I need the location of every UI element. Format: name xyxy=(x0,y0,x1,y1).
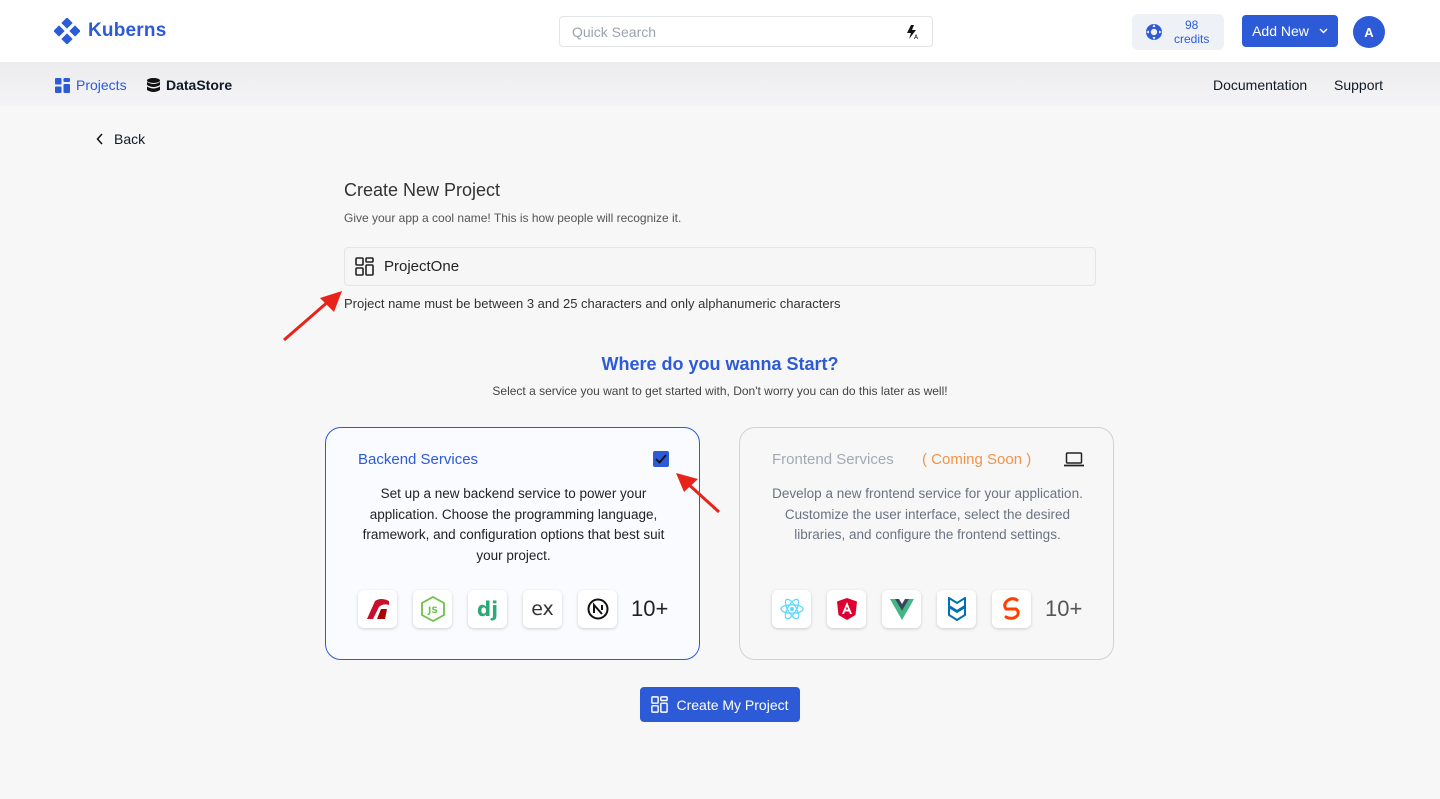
app-name: Kuberns xyxy=(88,20,167,41)
page-title: Create New Project xyxy=(344,180,501,200)
back-button[interactable]: Back xyxy=(96,131,145,147)
credits-text: 98 credits xyxy=(1174,18,1209,46)
express-icon: ex xyxy=(523,590,562,628)
database-icon xyxy=(147,77,160,92)
backend-checkbox[interactable] xyxy=(653,451,669,467)
credits-badge[interactable]: 98 credits xyxy=(1132,14,1224,50)
backend-more-count: 10+ xyxy=(631,596,669,621)
create-project-button[interactable]: Create My Project xyxy=(640,687,800,722)
documentation-link[interactable]: Documentation xyxy=(1213,77,1307,93)
quick-search[interactable]: A xyxy=(559,16,933,47)
chevron-left-icon xyxy=(96,133,103,145)
add-new-button[interactable]: Add New xyxy=(1242,15,1338,47)
nav-projects-label: Projects xyxy=(76,77,127,93)
back-label: Back xyxy=(114,131,146,147)
frontend-services-card: Frontend Services ( Coming Soon ) Develo… xyxy=(739,427,1114,660)
grid-icon xyxy=(55,77,70,93)
rails-icon xyxy=(358,590,397,628)
frontend-more-count: 10+ xyxy=(1045,596,1083,621)
create-project-label: Create My Project xyxy=(676,696,789,713)
annotation-arrow-icon xyxy=(283,291,342,342)
backend-title: Backend Services xyxy=(358,451,479,468)
sparkle-icon[interactable]: A xyxy=(904,24,920,40)
top-bar: Kuberns A 98 credits Add New A xyxy=(0,0,1440,62)
frontend-logos: 10+ xyxy=(772,590,1082,628)
annotation-arrow-icon xyxy=(676,473,721,514)
frontend-title: Frontend Services xyxy=(772,451,894,468)
backbone-icon xyxy=(937,590,976,628)
svg-text:A: A xyxy=(914,34,919,40)
backend-services-card[interactable]: Backend Services Set up a new backend se… xyxy=(325,427,700,660)
frontend-description: Develop a new frontend service for your … xyxy=(772,486,1083,542)
react-icon xyxy=(772,590,811,628)
project-name-input[interactable] xyxy=(384,258,1095,275)
app-logo[interactable]: Kuberns xyxy=(54,18,166,44)
apps-icon xyxy=(355,257,374,276)
search-input[interactable] xyxy=(572,23,904,40)
angular-icon xyxy=(827,590,866,628)
chevron-down-icon xyxy=(1319,28,1328,34)
support-link[interactable]: Support xyxy=(1334,77,1383,93)
nextjs-icon xyxy=(578,590,617,628)
kuberns-logo-icon xyxy=(54,18,80,44)
check-icon xyxy=(655,454,667,464)
svg-text:JS: JS xyxy=(427,606,438,616)
coming-soon-label: ( Coming Soon ) xyxy=(922,451,1032,468)
project-name-field[interactable] xyxy=(344,247,1096,286)
apps-icon xyxy=(651,696,669,713)
start-subtitle: Select a service you want to get started… xyxy=(492,384,948,398)
nodejs-icon: JS xyxy=(413,590,452,628)
nav-datastore-label: DataStore xyxy=(166,77,233,93)
credits-gear-icon xyxy=(1146,24,1162,40)
vue-icon xyxy=(882,590,921,628)
start-title: Where do you wanna Start? xyxy=(601,354,839,374)
backend-description: Set up a new backend service to power yo… xyxy=(362,486,665,563)
django-icon: dj xyxy=(468,590,507,628)
project-name-hint: Project name must be between 3 and 25 ch… xyxy=(344,296,841,311)
credits-count: 98 xyxy=(1184,18,1199,32)
sub-nav: Projects DataStore Documentation Support xyxy=(0,62,1440,106)
avatar[interactable]: A xyxy=(1353,16,1385,48)
backend-logos: JS dj ex 10+ xyxy=(358,590,668,628)
laptop-icon xyxy=(1064,452,1084,467)
nav-item-projects[interactable]: Projects xyxy=(55,77,127,93)
nav-item-datastore[interactable]: DataStore xyxy=(147,77,232,93)
add-new-label: Add New xyxy=(1252,23,1309,39)
credits-label: credits xyxy=(1174,32,1210,46)
svelte-icon xyxy=(992,590,1031,628)
page-subtitle: Give your app a cool name! This is how p… xyxy=(344,211,682,225)
